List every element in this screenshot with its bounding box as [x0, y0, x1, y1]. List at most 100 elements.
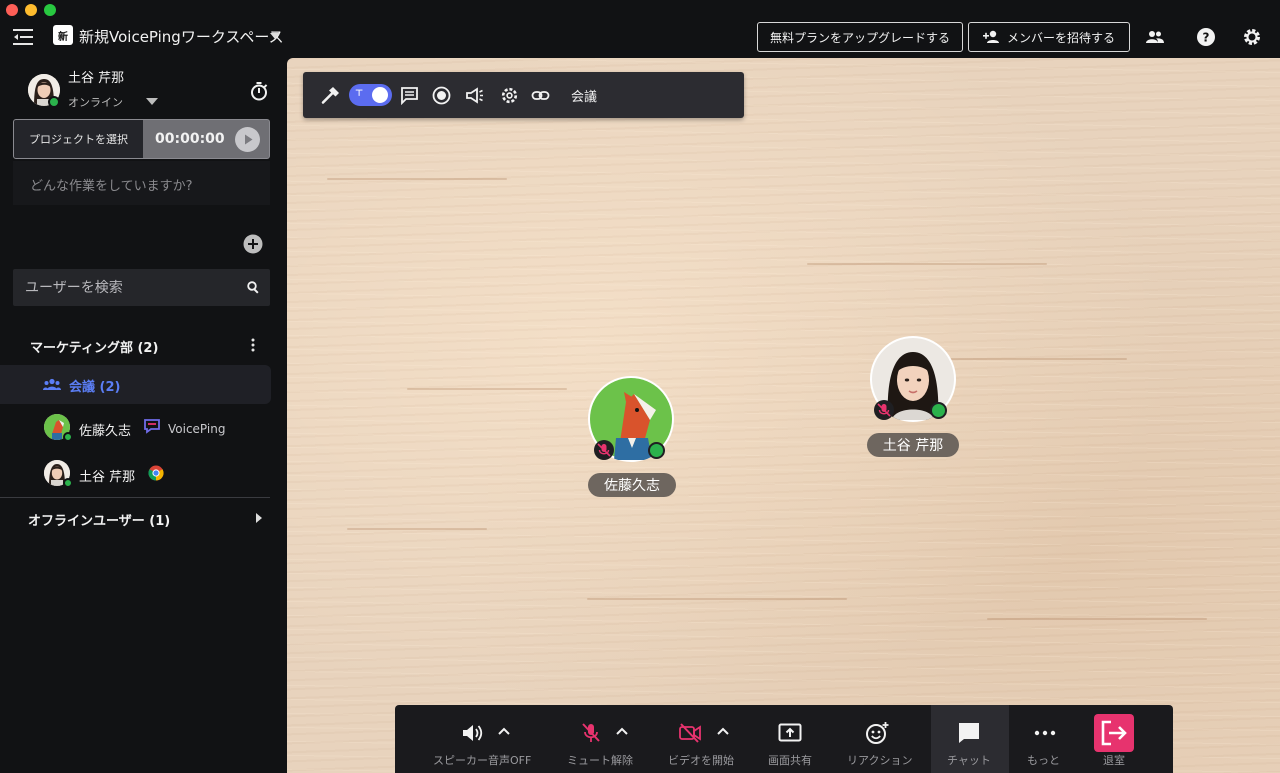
call-controls: スピーカー音声OFF ミュート解除 ビデオを開始 画面共有 リアクション チャッ…	[395, 705, 1173, 773]
start-video-button[interactable]: ビデオを開始	[665, 705, 745, 773]
participant-name: 佐藤久志	[588, 473, 676, 497]
chat-icon	[958, 722, 982, 744]
user-name: 佐藤久志	[79, 424, 132, 439]
chevron-up-icon[interactable]	[717, 727, 729, 735]
online-status-dot	[63, 432, 73, 442]
exit-icon	[1101, 720, 1127, 746]
stopwatch-icon[interactable]	[249, 81, 269, 101]
active-app-label: VoicePing	[168, 422, 226, 436]
workspace-logo: 新	[53, 25, 73, 45]
project-select-button[interactable]: プロジェクトを選択	[14, 120, 143, 158]
timer-display: 00:00:00	[155, 131, 225, 147]
unmute-label: ミュート解除	[567, 754, 633, 767]
online-status-dot	[648, 442, 665, 459]
hammer-icon[interactable]	[321, 86, 340, 105]
office-canvas[interactable]: ⊤ 会議 佐藤久志 土谷 芹那 スピーカー音声OFF ミュート解除 ビデオを開始…	[287, 58, 1280, 773]
room-name: 会議	[571, 90, 598, 105]
wood-grain	[587, 598, 847, 600]
people-icon[interactable]	[1145, 27, 1165, 47]
list-item[interactable]: 土谷 芹那	[0, 454, 287, 494]
notes-icon[interactable]	[400, 86, 419, 105]
more-button[interactable]: もっと	[1015, 705, 1075, 773]
link-icon[interactable]	[531, 86, 550, 105]
add-icon[interactable]	[243, 234, 263, 254]
megaphone-icon[interactable]	[465, 86, 484, 105]
workspace-chevron-down-icon[interactable]	[270, 33, 280, 39]
gear-icon[interactable]	[1242, 27, 1262, 47]
chevron-up-icon[interactable]	[498, 727, 510, 735]
header-bar: 新 新規VoicePingワークスペース 無料プランをアップグレードする メンバ…	[0, 0, 1280, 58]
wood-grain	[407, 388, 567, 390]
video-off-icon	[678, 722, 702, 744]
time-tracker: プロジェクトを選択 00:00:00	[13, 119, 270, 159]
more-horizontal-icon	[1033, 722, 1057, 744]
group-icon	[43, 378, 61, 390]
chat-button[interactable]: チャット	[931, 705, 1009, 773]
search-icon[interactable]	[247, 281, 260, 294]
reaction-label: リアクション	[847, 754, 913, 767]
more-label: もっと	[1027, 754, 1060, 767]
chevron-up-icon[interactable]	[616, 727, 628, 735]
invite-members-button[interactable]: メンバーを招待する	[968, 22, 1130, 52]
user-search	[13, 269, 270, 306]
leave-room-button[interactable]	[1094, 714, 1134, 752]
chevron-right-icon[interactable]	[256, 513, 262, 523]
profile-name: 土谷 芹那	[68, 71, 125, 86]
window-minimize-button[interactable]	[25, 4, 37, 16]
search-input[interactable]	[25, 269, 235, 306]
voiceping-app-icon	[143, 417, 161, 435]
chat-label: チャット	[947, 754, 991, 767]
room-lock-toggle[interactable]: ⊤	[349, 84, 392, 106]
list-item[interactable]: 佐藤久志 VoicePing	[0, 408, 287, 448]
app-window: 新 新規VoicePingワークスペース 無料プランをアップグレードする メンバ…	[0, 0, 1280, 773]
window-zoom-button[interactable]	[44, 4, 56, 16]
group-title[interactable]: マーケティング部 (2)	[30, 337, 158, 356]
speaker-button[interactable]: スピーカー音声OFF	[425, 705, 545, 773]
record-icon[interactable]	[432, 86, 451, 105]
reaction-button[interactable]: リアクション	[840, 705, 920, 773]
wood-grain	[347, 528, 487, 530]
participant-tsuchiya[interactable]: 土谷 芹那	[867, 336, 959, 466]
toggle-icon: ⊤	[355, 89, 364, 99]
offline-users-toggle[interactable]: オフラインユーザー (1)	[28, 510, 170, 529]
room-toolbar: ⊤ 会議	[303, 72, 744, 118]
online-status-dot	[63, 478, 73, 488]
speaker-icon	[461, 722, 485, 744]
upgrade-plan-button[interactable]: 無料プランをアップグレードする	[757, 22, 963, 52]
mic-off-icon	[874, 400, 894, 420]
help-icon[interactable]: ?	[1196, 27, 1216, 47]
play-icon[interactable]	[235, 127, 260, 152]
divider	[0, 497, 270, 498]
screen-share-icon	[778, 722, 802, 744]
participant-sato[interactable]: 佐藤久志	[587, 374, 677, 504]
wood-grain	[987, 618, 1207, 620]
chrome-app-icon	[148, 465, 164, 481]
add-person-icon	[982, 30, 1001, 44]
sidebar: 土谷 芹那 オンライン プロジェクトを選択 00:00:00 どんな作業をしてい…	[0, 58, 287, 773]
workspace-name[interactable]: 新規VoicePingワークスペース	[79, 26, 284, 47]
mic-off-icon	[594, 440, 614, 460]
screen-share-label: 画面共有	[768, 754, 812, 767]
task-placeholder: どんな作業をしていますか?	[30, 179, 193, 194]
emoji-icon	[865, 722, 889, 744]
mic-off-icon	[579, 722, 603, 744]
settings-icon[interactable]	[500, 86, 519, 105]
menu-icon[interactable]	[12, 27, 34, 47]
toggle-knob	[372, 87, 388, 103]
window-close-button[interactable]	[6, 4, 18, 16]
task-description-field[interactable]: どんな作業をしていますか?	[13, 161, 270, 205]
screen-share-button[interactable]: 画面共有	[755, 705, 825, 773]
invite-members-label: メンバーを招待する	[1006, 30, 1115, 45]
start-video-label: ビデオを開始	[668, 754, 734, 767]
room-label: 会議 (2)	[69, 380, 121, 395]
unmute-button[interactable]: ミュート解除	[560, 705, 650, 773]
participant-name: 土谷 芹那	[867, 433, 959, 457]
speaker-label: スピーカー音声OFF	[433, 754, 532, 767]
online-status-dot	[930, 402, 947, 419]
more-vertical-icon[interactable]	[250, 338, 256, 352]
status-chevron-down-icon[interactable]	[146, 98, 158, 105]
profile-status[interactable]: オンライン	[68, 94, 123, 110]
svg-text:?: ?	[1203, 31, 1210, 45]
room-item-meeting[interactable]: 会議 (2)	[0, 365, 271, 404]
wood-grain	[807, 263, 1047, 265]
